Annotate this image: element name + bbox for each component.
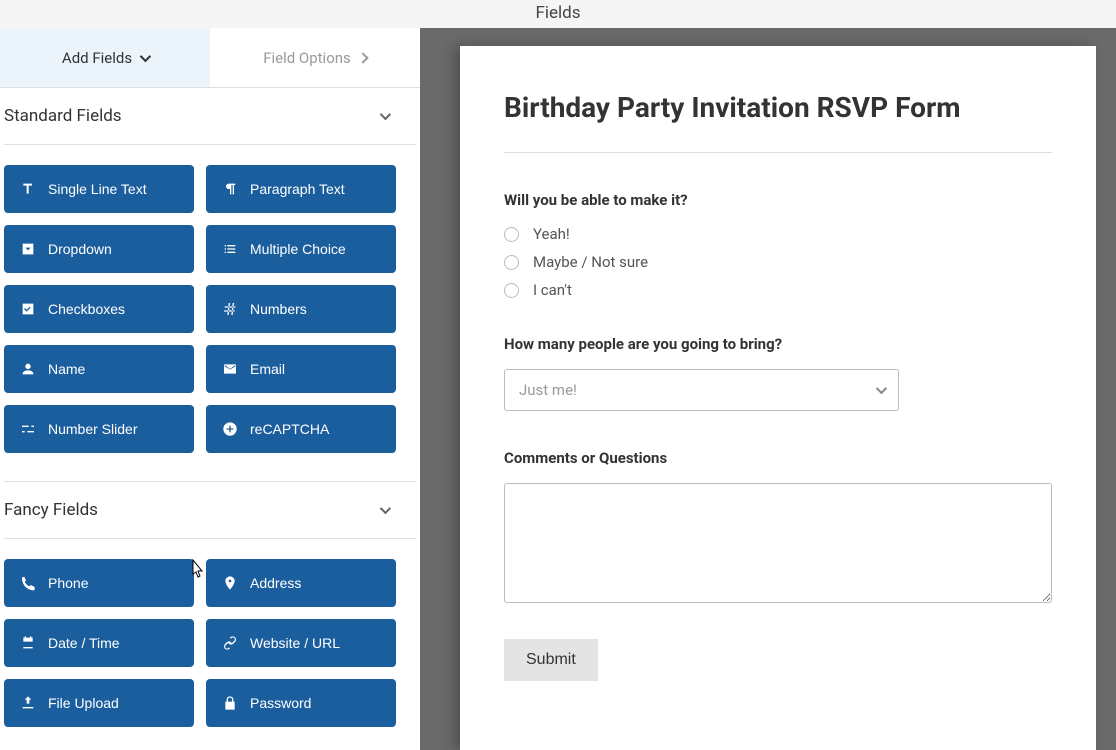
field-date-time[interactable]: Date / Time [4,619,194,667]
field-label: Password [250,695,311,711]
field-label: Numbers [250,301,307,317]
standard-fields-grid: Single Line Text Paragraph Text Dropdown… [0,165,420,481]
section-fancy-fields[interactable]: Fancy Fields [0,482,420,538]
field-email[interactable]: Email [206,345,396,393]
page-header: Fields [0,0,1116,28]
radio-label: Yeah! [533,225,570,243]
divider [4,538,416,539]
tab-label: Add Fields [62,49,132,67]
field-address[interactable]: Address [206,559,396,607]
field-label: Phone [48,575,88,591]
text-icon [20,181,36,197]
field-paragraph-text[interactable]: Paragraph Text [206,165,396,213]
radio-label: Maybe / Not sure [533,253,648,271]
field-label: Multiple Choice [250,241,346,257]
upload-icon [20,695,36,711]
section-standard-fields[interactable]: Standard Fields [0,88,420,144]
field-label: Number Slider [48,421,137,437]
radio-option[interactable]: Maybe / Not sure [504,253,1052,271]
submit-label: Submit [526,651,576,668]
field-numbers[interactable]: Numbers [206,285,396,333]
user-icon [20,361,36,377]
form-preview: Birthday Party Invitation RSVP Form Will… [460,46,1096,750]
fields-panel: Add Fields Field Options Standard Fields… [0,28,420,750]
marker-icon [222,575,238,591]
radio-option[interactable]: I can't [504,281,1052,299]
chevron-down-icon [140,50,151,61]
fancy-fields-grid: Phone Address Date / Time Website / URL … [0,559,420,750]
comments-textarea[interactable] [504,483,1052,603]
question-label-people: How many people are you going to bring? [504,335,1052,353]
phone-icon [20,575,36,591]
form-title: Birthday Party Invitation RSVP Form [504,92,1052,124]
field-label: Address [250,575,301,591]
field-label: Name [48,361,85,377]
radio-icon [504,227,519,242]
field-password[interactable]: Password [206,679,396,727]
field-label: File Upload [48,695,119,711]
field-multiple-choice[interactable]: Multiple Choice [206,225,396,273]
field-label: Paragraph Text [250,181,345,197]
page-title: Fields [535,3,580,23]
calendar-icon [20,635,36,651]
section-title: Standard Fields [4,106,122,126]
tab-field-options[interactable]: Field Options [210,28,420,87]
section-title: Fancy Fields [4,500,98,520]
radio-group-attend: Yeah! Maybe / Not sure I can't [504,225,1052,299]
field-label: Single Line Text [48,181,147,197]
people-select[interactable]: Just me! [504,369,899,411]
field-label: Email [250,361,285,377]
divider [504,152,1052,153]
chevron-right-icon [357,52,368,63]
link-icon [222,635,238,651]
google-icon [222,421,238,437]
field-label: Website / URL [250,635,340,651]
field-label: Dropdown [48,241,112,257]
field-label: reCAPTCHA [250,421,329,437]
question-label-comments: Comments or Questions [504,449,1052,467]
form-preview-panel: Birthday Party Invitation RSVP Form Will… [420,28,1116,750]
chevron-down-icon [380,109,391,120]
radio-label: I can't [533,281,572,299]
field-number-slider[interactable]: Number Slider [4,405,194,453]
list-icon [222,241,238,257]
check-square-icon [20,301,36,317]
envelope-icon [222,361,238,377]
divider [4,144,416,145]
field-name[interactable]: Name [4,345,194,393]
tab-label: Field Options [263,49,351,67]
sliders-icon [20,421,36,437]
chevron-down-icon [380,503,391,514]
field-single-line-text[interactable]: Single Line Text [4,165,194,213]
radio-icon [504,283,519,298]
field-checkboxes[interactable]: Checkboxes [4,285,194,333]
lock-icon [222,695,238,711]
field-file-upload[interactable]: File Upload [4,679,194,727]
submit-button[interactable]: Submit [504,639,598,681]
tab-add-fields[interactable]: Add Fields [0,28,210,87]
question-label-attend: Will you be able to make it? [504,191,1052,209]
field-phone[interactable]: Phone [4,559,194,607]
paragraph-icon [222,181,238,197]
field-label: Date / Time [48,635,120,651]
radio-option[interactable]: Yeah! [504,225,1052,243]
caret-square-icon [20,241,36,257]
radio-icon [504,255,519,270]
field-recaptcha[interactable]: reCAPTCHA [206,405,396,453]
field-dropdown[interactable]: Dropdown [4,225,194,273]
chevron-down-icon [876,383,887,394]
panel-tabs: Add Fields Field Options [0,28,420,88]
hash-icon [222,301,238,317]
field-website-url[interactable]: Website / URL [206,619,396,667]
field-label: Checkboxes [48,301,125,317]
select-value: Just me! [519,381,577,399]
